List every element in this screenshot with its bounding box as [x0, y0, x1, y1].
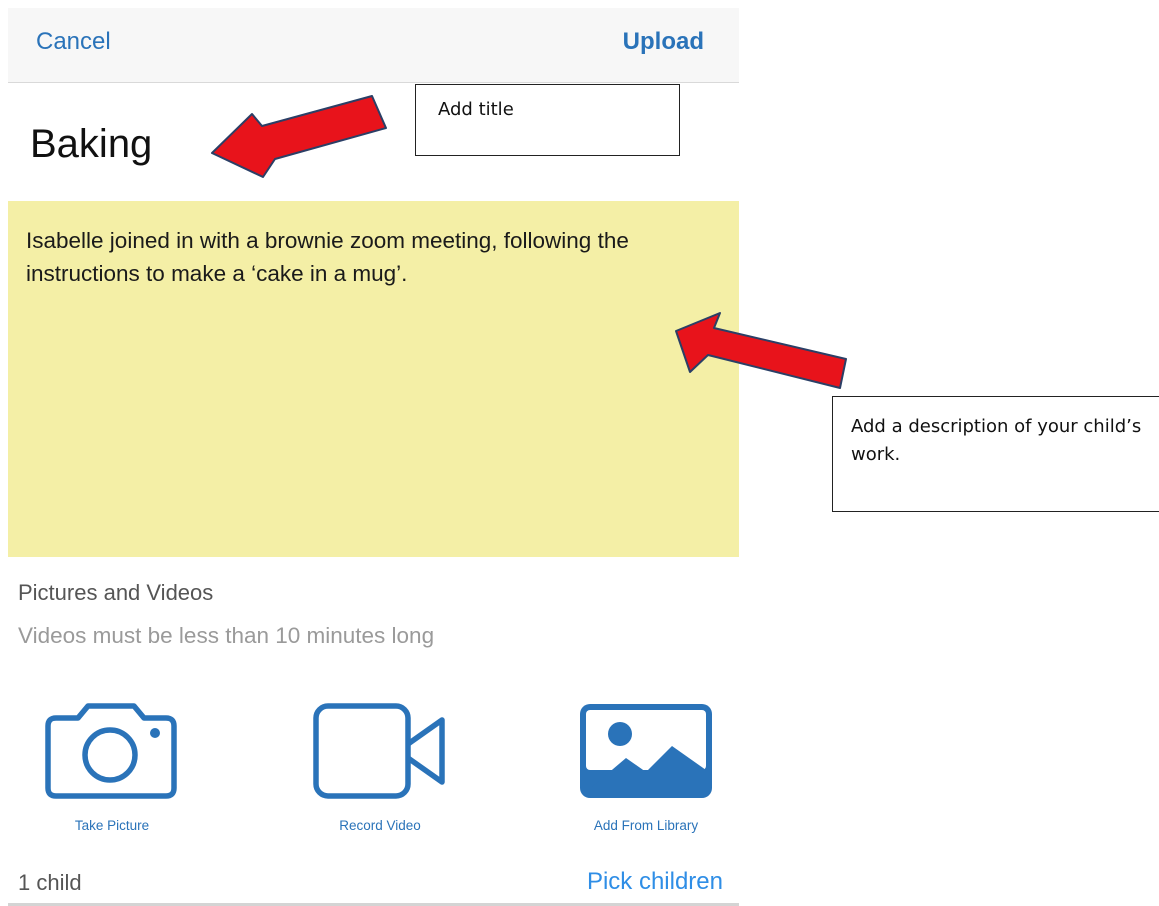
take-picture-button[interactable]: Take Picture [22, 700, 202, 840]
camera-icon [45, 703, 177, 799]
photo-library-icon [580, 704, 712, 798]
title-callout-text: Add title [438, 99, 514, 120]
description-callout-text: Add a description of your child’s work. [851, 416, 1142, 465]
add-from-library-button[interactable]: Add From Library [556, 700, 736, 840]
description-callout: Add a description of your child’s work. [832, 396, 1159, 512]
upload-button[interactable]: Upload [623, 28, 704, 56]
media-section-note: Videos must be less than 10 minutes long [18, 623, 435, 648]
title-field[interactable]: Baking [30, 122, 152, 167]
record-video-label: Record Video [339, 818, 421, 833]
take-picture-label: Take Picture [74, 818, 150, 833]
title-callout: Add title [415, 84, 680, 156]
description-text: Isabelle joined in with a brownie zoom m… [26, 228, 629, 286]
media-section-title: Pictures and Videos [18, 580, 214, 605]
record-video-button[interactable]: Record Video [290, 700, 470, 840]
cancel-button[interactable]: Cancel [36, 28, 111, 56]
add-from-library-label: Add From Library [593, 818, 699, 833]
child-count: 1 child [18, 870, 82, 895]
navigation-bar: Cancel Upload [8, 8, 739, 83]
pick-children-button[interactable]: Pick children [587, 868, 723, 896]
description-field[interactable]: Isabelle joined in with a brownie zoom m… [8, 201, 739, 557]
video-camera-icon [313, 703, 445, 799]
